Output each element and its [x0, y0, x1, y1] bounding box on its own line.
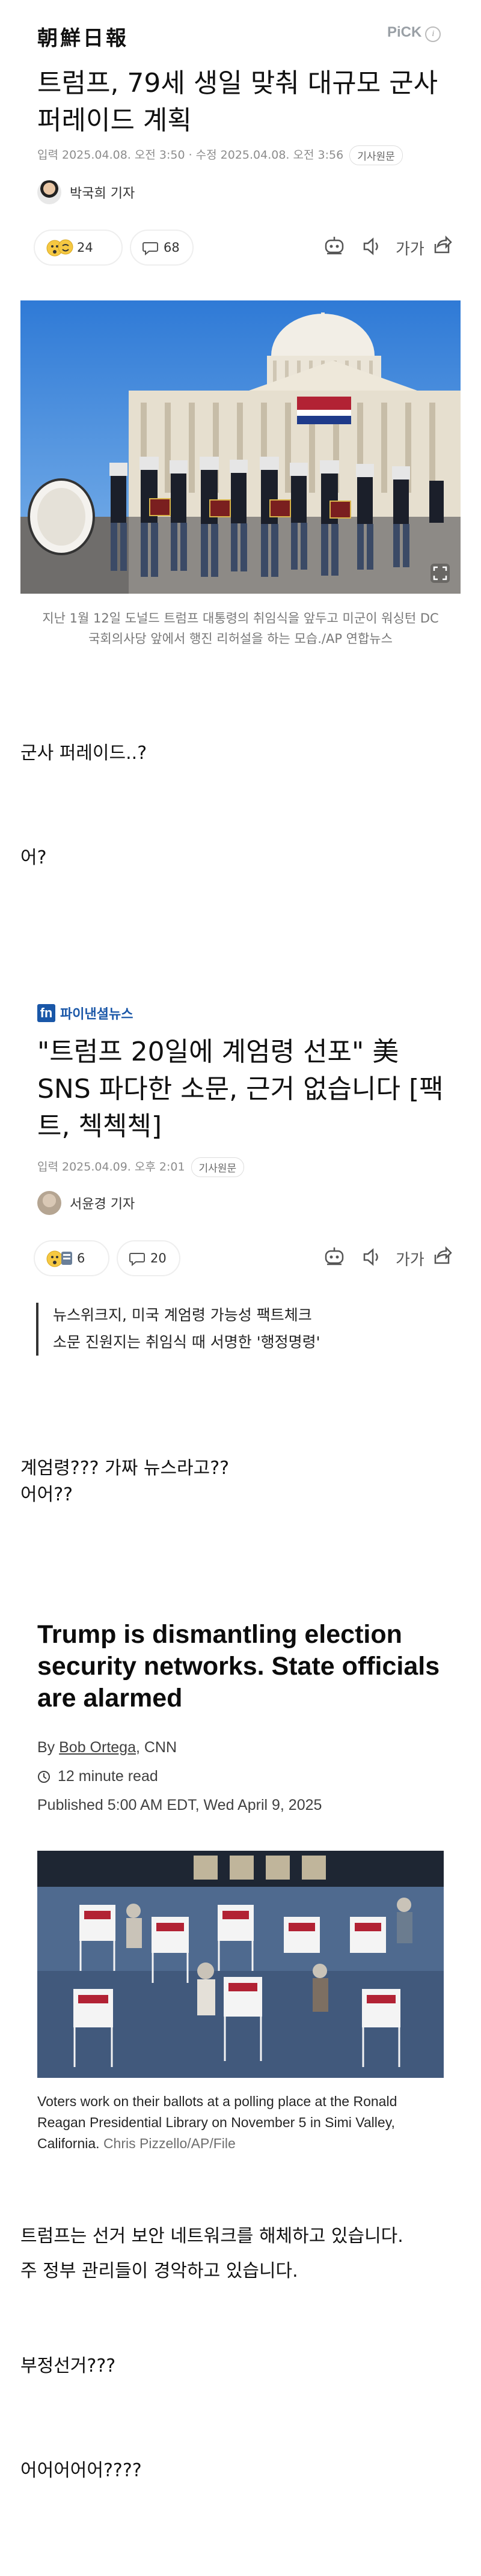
article-photo-polling[interactable]: [37, 1851, 444, 2078]
photo-credit: Chris Pizzello/AP/File: [103, 2136, 236, 2151]
read-time-text: 12 minute read: [58, 1768, 158, 1785]
reaction-count: 24: [77, 240, 93, 255]
comment-icon: [129, 1253, 145, 1267]
reaction-count: 6: [77, 1251, 85, 1265]
reaction-emoji-icon: [46, 239, 73, 257]
reaction-emoji-icon: [46, 1250, 72, 1267]
user-comment: 부정선거???: [20, 2355, 116, 2377]
clock-icon: [38, 1770, 50, 1783]
quote-bar: [36, 1303, 38, 1356]
published-date: Published 5:00 AM EDT, Wed April 9, 2025: [37, 1797, 322, 1813]
article-date: 입력 2025.04.08. 오전 3:50 · 수정 2025.04.08. …: [37, 148, 344, 162]
byline-suffix: , CNN: [135, 1739, 177, 1756]
original-article-button[interactable]: 기사원문: [191, 1157, 245, 1177]
user-comment: 군사 퍼레이드..?: [20, 743, 147, 764]
photo-caption: 지난 1월 12일 도널드 트럼프 대통령의 취임식을 앞두고 미군이 워싱턴 …: [42, 611, 439, 646]
user-comment: 계엄령??? 가짜 뉴스라고?? 어어??: [20, 1455, 229, 1508]
share-icon[interactable]: [432, 1246, 452, 1267]
comment-line: 어어??: [20, 1484, 73, 1505]
article-headline: Trump is dismantling election security n…: [37, 1620, 440, 1713]
translation-line: 트럼프는 선거 보안 네트워크를 해체하고 있습니다.: [20, 2226, 403, 2247]
article-headline: "트럼프 20일에 계엄령 선포" 美 SNS 파다한 소문, 근거 없습니다 …: [37, 1037, 444, 1142]
reaction-button[interactable]: 6: [34, 1240, 109, 1276]
byline-prefix: By: [37, 1739, 60, 1756]
pick-label: PiCK: [387, 24, 422, 40]
info-icon[interactable]: i: [425, 26, 441, 42]
comment-count: 68: [164, 240, 180, 255]
article-meta: 입력 2025.04.08. 오전 3:50 · 수정 2025.04.08. …: [37, 145, 403, 165]
polling-photo: [37, 1851, 444, 2078]
article-date: 입력 2025.04.09. 오후 2:01: [37, 1160, 185, 1174]
comment-line: 계엄령??? 가짜 뉴스라고??: [20, 1458, 230, 1479]
author-avatar: [37, 180, 61, 204]
byline-author-link[interactable]: Bob Ortega: [59, 1739, 136, 1756]
comment-count: 20: [150, 1251, 167, 1265]
fullscreen-icon[interactable]: [429, 562, 451, 584]
translation-line: 주 정부 관리들이 경악하고 있습니다.: [20, 2261, 298, 2282]
author-name: 박국희 기자: [70, 186, 135, 201]
comment-button[interactable]: 68: [130, 230, 194, 266]
pick-badge[interactable]: PiCK i: [387, 24, 441, 42]
comment-button[interactable]: 20: [117, 1240, 180, 1276]
byline: By Bob Ortega, CNN: [37, 1739, 177, 1756]
publisher-logo[interactable]: fn 파이낸셜뉴스: [37, 1003, 133, 1023]
article-headline: 트럼프, 79세 생일 맞춰 대규모 군사 퍼레이드 계획: [37, 68, 438, 136]
font-size-label: 가가: [396, 1251, 424, 1269]
user-comment: 어어어어어????: [20, 2460, 142, 2481]
publisher-logo[interactable]: 朝鮮日報: [37, 22, 129, 51]
publisher-name: 파이낸셜뉴스: [60, 1007, 133, 1022]
capitol-photo: [20, 300, 461, 594]
article-photo-capitol[interactable]: [20, 300, 461, 594]
author-name: 서윤경 기자: [70, 1197, 135, 1212]
fn-logo-icon: fn: [37, 1004, 55, 1022]
original-article-button[interactable]: 기사원문: [349, 145, 403, 165]
share-icon[interactable]: [432, 236, 452, 256]
quote-line: 소문 진원지는 취임식 때 서명한 '행정명령': [53, 1333, 320, 1351]
font-size-button[interactable]: 가가: [396, 237, 424, 259]
user-comment: 어?: [20, 847, 47, 868]
author-row[interactable]: 서윤경 기자: [37, 1191, 135, 1215]
author-row[interactable]: 박국희 기자: [37, 180, 135, 204]
article-summary-quote: 뉴스위크지, 미국 계엄령 가능성 팩트체크 소문 진원지는 취임식 때 서명한…: [53, 1302, 320, 1356]
bot-summary-icon[interactable]: [322, 236, 346, 257]
speaker-icon[interactable]: [362, 237, 382, 256]
read-time: 12 minute read: [37, 1768, 158, 1785]
author-avatar: [37, 1191, 61, 1215]
comment-icon: [142, 242, 158, 256]
article-meta: 입력 2025.04.09. 오후 2:01 기사원문: [37, 1157, 245, 1177]
quote-line: 뉴스위크지, 미국 계엄령 가능성 팩트체크: [53, 1306, 312, 1324]
font-size-label: 가가: [396, 240, 424, 258]
font-size-button[interactable]: 가가: [396, 1247, 424, 1270]
bot-summary-icon[interactable]: [322, 1246, 346, 1268]
reaction-button[interactable]: 24: [34, 230, 123, 266]
translation-text: 트럼프는 선거 보안 네트워크를 해체하고 있습니다. 주 정부 관리들이 경악…: [20, 2223, 403, 2285]
speaker-icon[interactable]: [362, 1247, 382, 1267]
photo-caption: Voters work on their ballots at a pollin…: [37, 2091, 444, 2154]
